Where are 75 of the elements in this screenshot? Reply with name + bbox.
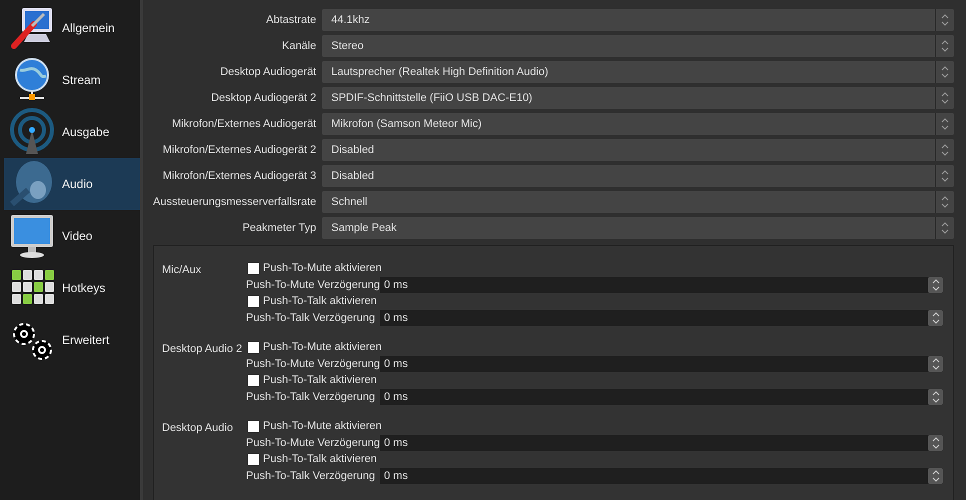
spin-box[interactable]: 0 ms xyxy=(380,388,943,404)
up-down-arrows-icon xyxy=(941,66,949,78)
sidebar-item[interactable]: Audio xyxy=(4,158,140,210)
up-down-arrows-icon xyxy=(932,436,940,448)
field-label: Push-To-Mute Verzögerung xyxy=(246,358,380,370)
spin-box[interactable]: 0 ms xyxy=(380,310,943,326)
checkbox[interactable] xyxy=(248,342,259,352)
checkbox-label: Push-To-Talk aktivieren xyxy=(263,453,377,465)
checkbox-label: Push-To-Mute aktivieren xyxy=(263,341,382,353)
checkbox[interactable] xyxy=(248,454,259,464)
field-label: Mikrofon/Externes Audiogerät 2 xyxy=(162,144,316,156)
up-down-arrows-icon xyxy=(932,470,940,482)
sidebar-item[interactable]: Erweitert xyxy=(4,314,140,366)
up-down-arrows-icon xyxy=(941,40,949,52)
checkbox[interactable] xyxy=(248,374,259,386)
up-down-arrows-icon xyxy=(941,14,949,26)
dropdown[interactable]: SPDIF-Schnittstelle (FiiO USB DAC-E10) xyxy=(322,87,954,109)
checkbox-option[interactable]: Push-To-Mute aktivieren xyxy=(246,418,943,434)
sidebar-item[interactable]: Stream xyxy=(4,54,140,106)
up-down-arrows-icon xyxy=(932,358,940,370)
checkbox-option[interactable]: Push-To-Talk aktivieren xyxy=(246,372,943,388)
sidebar-item[interactable]: Hotkeys xyxy=(4,262,140,314)
checkbox[interactable] xyxy=(248,420,259,432)
dropdown[interactable]: Lautsprecher (Realtek High Definition Audio) xyxy=(322,61,954,83)
field-label: Push-To-Talk Verzögerung xyxy=(246,390,376,402)
dropdown[interactable]: Disabled xyxy=(322,139,954,161)
checkbox-option[interactable]: Push-To-Mute aktivieren xyxy=(246,260,943,276)
up-down-arrows-icon xyxy=(941,222,949,234)
dropdown[interactable]: Sample Peak xyxy=(322,217,954,239)
field-label: Abtastrate xyxy=(265,14,316,26)
spin-box[interactable]: 0 ms xyxy=(380,434,943,450)
up-down-arrows-icon xyxy=(941,170,949,182)
sidebar-item[interactable]: Allgemein xyxy=(4,2,140,54)
up-down-arrows-icon xyxy=(941,144,949,156)
source-label: Desktop Audio xyxy=(162,421,234,436)
up-down-arrows-icon xyxy=(932,390,940,402)
sidebar-item[interactable]: Ausgabe xyxy=(4,106,140,158)
checkbox-option[interactable]: Push-To-Talk aktivieren xyxy=(246,451,943,467)
dropdown[interactable]: Disabled xyxy=(322,165,954,187)
up-down-arrows-icon xyxy=(932,278,940,290)
field-label: Push-To-Talk Verzögerung xyxy=(246,470,376,482)
field-label: Aussteuerungsmesserverfallsrate xyxy=(153,196,316,208)
field-label: Kanäle xyxy=(280,40,316,52)
field-label: Push-To-Talk Verzögerung xyxy=(246,312,376,324)
up-down-arrows-icon xyxy=(941,196,949,208)
spin-box[interactable]: 0 ms xyxy=(380,276,943,292)
dropdown[interactable]: Schnell xyxy=(322,191,954,213)
up-down-arrows-icon xyxy=(941,118,949,130)
dropdown[interactable]: Stereo xyxy=(322,35,954,57)
checkbox[interactable] xyxy=(248,262,259,274)
checkbox[interactable] xyxy=(248,296,259,306)
dropdown[interactable]: Mikrofon (Samson Meteor Mic) xyxy=(322,113,954,135)
checkbox-option[interactable]: Push-To-Mute aktivieren xyxy=(246,339,943,355)
field-label: Desktop Audiogerät 2 xyxy=(210,92,316,104)
checkbox-label: Push-To-Talk aktivieren xyxy=(263,295,377,307)
checkbox-label: Push-To-Mute aktivieren xyxy=(263,262,382,274)
broadcast-antenna-icon xyxy=(8,108,56,156)
field-label: Push-To-Mute Verzögerung xyxy=(246,278,380,290)
field-label: Mikrofon/Externes Audiogerät 3 xyxy=(162,170,316,182)
field-label: Desktop Audiogerät xyxy=(219,66,316,78)
checkbox-option[interactable]: Push-To-Talk aktivieren xyxy=(246,293,943,309)
field-label: Push-To-Mute Verzögerung xyxy=(246,436,380,448)
spin-box[interactable]: 0 ms xyxy=(380,468,943,484)
up-down-arrows-icon xyxy=(932,312,940,324)
field-label: Peakmeter Typ xyxy=(241,222,316,234)
source-label: Mic/Aux xyxy=(162,263,202,278)
spin-box[interactable]: 0 ms xyxy=(380,356,943,372)
source-label: Desktop Audio 2 xyxy=(162,342,244,357)
monitor-icon xyxy=(8,212,56,260)
field-label: Mikrofon/Externes Audiogerät xyxy=(170,118,316,130)
checkbox-label: Push-To-Talk aktivieren xyxy=(263,374,377,386)
sidebar-item[interactable]: Video xyxy=(4,210,140,262)
up-down-arrows-icon xyxy=(941,92,949,104)
dropdown[interactable]: 44.1khz xyxy=(322,9,954,31)
checkbox-label: Push-To-Mute aktivieren xyxy=(263,420,382,432)
